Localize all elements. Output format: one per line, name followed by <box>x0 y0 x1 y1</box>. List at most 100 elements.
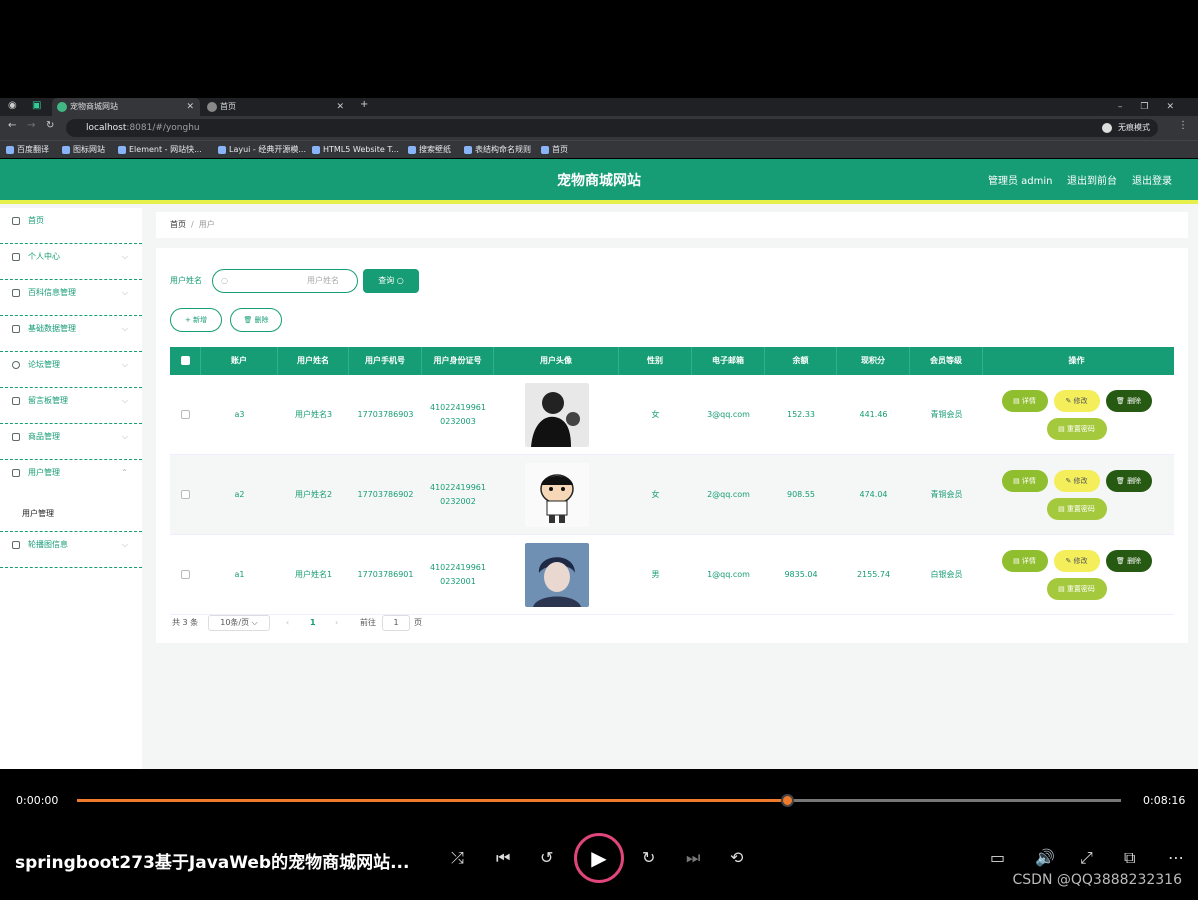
cell-level: 青铜会员 <box>930 489 963 499</box>
progress-knob[interactable] <box>780 794 794 807</box>
current-page[interactable]: 1 <box>310 615 316 631</box>
cell-email: 2@qq.com <box>707 489 750 499</box>
table-header: 账户 用户姓名 用户手机号 用户身份证号 用户头像 性别 电子邮箱 余额 现积分… <box>170 347 1174 375</box>
next-page-icon[interactable]: › <box>335 615 338 631</box>
bookmark[interactable]: 搜索壁纸 <box>408 141 451 159</box>
cell-account: a2 <box>234 489 245 499</box>
progress-track[interactable] <box>77 794 1121 807</box>
row-checkbox[interactable] <box>170 535 201 614</box>
shuffle-icon[interactable]: ⤮ <box>451 848 464 868</box>
reset-password-button[interactable]: ▤ 重置密码 <box>1046 497 1107 520</box>
edit-button[interactable]: ✎ 修改 <box>1053 389 1100 412</box>
cell-actions: ▤ 详情 ✎ 修改 🗑 删除 ▤ 重置密码 <box>983 455 1170 534</box>
next-icon[interactable]: ⏭ <box>686 848 700 868</box>
breadcrumb-home[interactable]: 首页 <box>170 220 186 229</box>
send-icon <box>12 397 20 405</box>
delete-row-button[interactable]: 🗑 删除 <box>1105 549 1152 572</box>
front-link[interactable]: 退出到前台 <box>1067 159 1117 204</box>
reset-password-button[interactable]: ▤ 重置密码 <box>1046 417 1107 440</box>
delete-row-button[interactable]: 🗑 删除 <box>1105 389 1152 412</box>
prev-page-icon[interactable]: ‹ <box>286 615 289 631</box>
search-input[interactable]: ○ 用户姓名 <box>212 269 358 293</box>
detail-button[interactable]: ▤ 详情 <box>1001 549 1048 572</box>
browser-tab-active[interactable]: 宠物商城网站 ✕ <box>52 98 200 116</box>
window-controls[interactable]: –❐✕ <box>1118 98 1192 116</box>
fullscreen-icon[interactable]: ⤢ <box>1080 848 1093 868</box>
rewind-icon[interactable]: ↺ <box>540 848 553 867</box>
cell-email: 3@qq.com <box>707 409 750 419</box>
forward-30-icon[interactable]: ↻ <box>642 848 655 867</box>
bookmark[interactable]: Element - 网站快... <box>118 141 202 159</box>
chevron-down-icon: ⌵ <box>121 324 128 333</box>
chevron-down-icon: ⌵ <box>121 252 128 261</box>
previous-icon[interactable]: ⏮ <box>496 848 510 868</box>
browser-tab[interactable]: 首页 ✕ <box>202 98 350 116</box>
sidebar-item-users[interactable]: 用户管理 ⌃ <box>0 460 142 496</box>
subtitles-icon[interactable]: ▭ <box>990 848 1005 867</box>
url-input[interactable]: localhost:8081/#/yonghu <box>66 119 1116 137</box>
bookmark[interactable]: Layui - 经典开源模... <box>218 141 306 159</box>
delete-row-button[interactable]: 🗑 删除 <box>1105 469 1152 492</box>
address-bar: ← → ↻ localhost:8081/#/yonghu ☆ 无痕模式 ⋮ <box>0 116 1198 140</box>
row-checkbox[interactable] <box>170 375 201 454</box>
new-tab-icon[interactable]: + <box>360 99 368 110</box>
sidebar-item-home[interactable]: 首页 <box>0 208 142 244</box>
sidebar-item-wiki[interactable]: 百科信息管理 ⌵ <box>0 280 142 316</box>
browser-tab-bar: ◉ ▣ 宠物商城网站 ✕ 首页 ✕ + –❐✕ <box>0 98 1198 116</box>
repeat-off-icon[interactable]: ⟲ <box>730 848 743 867</box>
logout-link[interactable]: 退出登录 <box>1132 159 1172 204</box>
edit-button[interactable]: ✎ 修改 <box>1053 469 1100 492</box>
video-controls: 0:00:00 0:08:16 springboot273基于JavaWeb的宠… <box>0 770 1198 900</box>
menu-dots-icon[interactable]: ⋮ <box>1178 120 1188 131</box>
delete-button[interactable]: 🗑 删除 <box>230 308 282 332</box>
tab-title: 首页 <box>220 102 236 111</box>
reset-password-button[interactable]: ▤ 重置密码 <box>1046 577 1107 600</box>
forward-icon[interactable]: → <box>27 120 35 131</box>
volume-icon[interactable]: 🔊 <box>1035 848 1055 867</box>
admin-label: 管理员 admin <box>988 176 1053 187</box>
more-options-icon[interactable]: ⋯ <box>1168 848 1184 867</box>
user-table: 账户 用户姓名 用户手机号 用户身份证号 用户头像 性别 电子邮箱 余额 现积分… <box>170 347 1174 615</box>
edit-button[interactable]: ✎ 修改 <box>1053 549 1100 572</box>
sidebar-item-forum[interactable]: 论坛管理 ⌵ <box>0 352 142 388</box>
watermark: CSDN @QQ3888232316 <box>1012 872 1182 888</box>
bookmarks-bar: 百度翻译 图标网站 Element - 网站快... Layui - 经典开源模… <box>0 140 1198 158</box>
detail-button[interactable]: ▤ 详情 <box>1001 389 1048 412</box>
add-button[interactable]: + 新增 <box>170 308 222 332</box>
back-icon[interactable]: ← <box>8 120 16 131</box>
user-icon <box>12 253 20 261</box>
content-panel: 用户姓名 ○ 用户姓名 查询 ○ + 新增 🗑 删除 账户 用户姓名 用户手机号… <box>156 248 1188 643</box>
bookmark[interactable]: 百度翻译 <box>6 141 49 159</box>
bookmark[interactable]: HTML5 Website T... <box>312 141 399 159</box>
close-tab-icon[interactable]: ✕ <box>336 98 344 116</box>
sidebar-item-carousel[interactable]: 轮播图信息 ⌵ <box>0 532 142 568</box>
chevron-down-icon: ⌵ <box>121 540 128 549</box>
cell-actions: ▤ 详情 ✎ 修改 🗑 删除 ▤ 重置密码 <box>983 375 1170 454</box>
goto-input[interactable]: 1 <box>382 615 410 631</box>
sidebar-subitem-user-management[interactable]: 用户管理 <box>0 496 142 532</box>
cell-id: 41022419961 0232001 <box>430 562 486 586</box>
page-size-select[interactable]: 10条/页 ⌵ <box>208 615 270 631</box>
cell-account: a3 <box>234 409 245 419</box>
column-header: 用户姓名 <box>278 347 349 375</box>
home-icon <box>12 217 20 225</box>
select-all-checkbox[interactable] <box>170 347 201 375</box>
play-button[interactable]: ▶ <box>574 833 624 883</box>
sidebar-item-profile[interactable]: 个人中心 ⌵ <box>0 244 142 280</box>
cell-phone: 17703786901 <box>357 569 414 579</box>
sidebar-item-goods[interactable]: 商品管理 ⌵ <box>0 424 142 460</box>
row-checkbox[interactable] <box>170 455 201 534</box>
sidebar-item-messages[interactable]: 留言板管理 ⌵ <box>0 388 142 424</box>
sidebar-item-basic-data[interactable]: 基础数据管理 ⌵ <box>0 316 142 352</box>
cell-id: 41022419961 0232002 <box>430 482 486 506</box>
detail-button[interactable]: ▤ 详情 <box>1001 469 1048 492</box>
bookmark[interactable]: 首页 <box>541 141 568 159</box>
mini-player-icon[interactable]: ⧉ <box>1124 848 1135 868</box>
close-tab-icon[interactable]: ✕ <box>186 98 194 116</box>
reload-icon[interactable]: ↻ <box>46 120 54 131</box>
bookmark[interactable]: 表结构命名规则 <box>464 141 531 159</box>
pinned-tab-icon[interactable]: ▣ <box>32 100 41 111</box>
bookmark[interactable]: 图标网站 <box>62 141 105 159</box>
query-button[interactable]: 查询 ○ <box>363 269 419 293</box>
incognito-badge[interactable]: 无痕模式 <box>1096 119 1158 137</box>
